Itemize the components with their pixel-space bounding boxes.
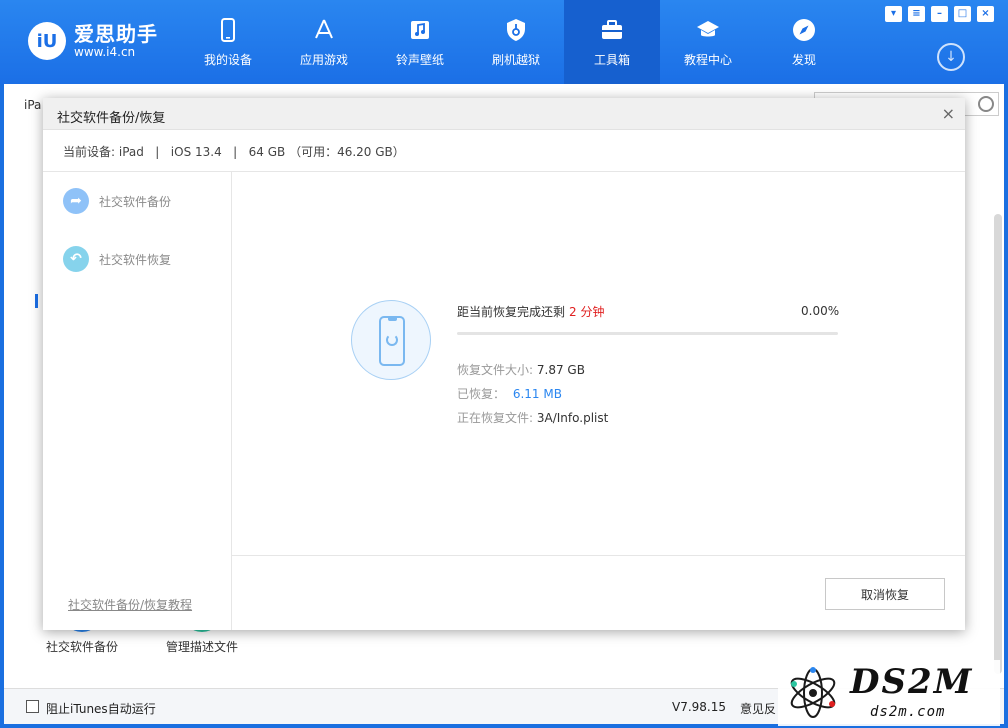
nav-label: 铃声壁纸 (395, 52, 444, 67)
device-tab[interactable]: iPa (24, 98, 41, 112)
nav-label: 工具箱 (593, 52, 630, 67)
restore-arrow-icon: ↶ (63, 246, 89, 272)
progress-bar (457, 332, 838, 335)
appstore-icon (311, 17, 337, 43)
tool-label: 社交软件备份 (45, 640, 118, 654)
tutorial-link[interactable]: 社交软件备份/恢复教程 (68, 596, 192, 613)
search-icon (978, 96, 994, 112)
current-file-value: 3A/Info.plist (536, 411, 609, 425)
minimize-icon[interactable]: – (931, 6, 948, 22)
download-icon[interactable]: ↓ (937, 43, 965, 71)
logo-badge: iU (28, 22, 66, 60)
current-file-row: 正在恢复文件: 3A/Info.plist (457, 409, 608, 426)
social-backup-restore-dialog: 社交软件备份/恢复 × 当前设备: iPad | iOS 13.4 | 64 G… (43, 98, 965, 630)
atom-icon (790, 667, 836, 718)
remaining-value: 2 分钟 (569, 305, 605, 319)
dialog-header: 社交软件备份/恢复 × (43, 98, 965, 130)
scrollbar[interactable] (994, 214, 1002, 674)
restored-label: 已恢复： (457, 387, 506, 401)
phone-icon (215, 17, 241, 43)
watermark-url: ds2m.com (870, 704, 946, 720)
maximize-icon[interactable]: □ (954, 6, 971, 22)
file-size-row: 恢复文件大小: 7.87 GB (457, 361, 585, 378)
menu-label: 社交软件恢复 (99, 252, 172, 267)
restored-row: 已恢复： 6.11 MB (457, 385, 562, 402)
top-header: iU 爱思助手 www.i4.cn 我的设备 应用游戏 铃声壁纸 刷机越狱 工具… (0, 0, 1008, 84)
dialog-sidebar: ➦ 社交软件备份 ↶ 社交软件恢复 社交软件备份/恢复教程 (43, 172, 232, 630)
nav-label: 发现 (791, 52, 816, 67)
shield-icon (503, 17, 529, 43)
size-label: 恢复文件大小: (457, 363, 534, 377)
app-name: 爱思助手 (74, 22, 158, 46)
cancel-restore-button[interactable]: 取消恢复 (825, 578, 945, 610)
progress-percent: 0.00% (801, 304, 840, 318)
nav-label: 教程中心 (683, 52, 732, 67)
nav-ringtones-wallpapers[interactable]: 铃声壁纸 (372, 0, 468, 84)
current-file-label: 正在恢复文件: (457, 411, 534, 425)
compass-icon (791, 17, 817, 43)
app-logo: iU 爱思助手 www.i4.cn (28, 22, 158, 60)
backup-arrow-icon: ➦ (63, 188, 89, 214)
remaining-time: 距当前恢复完成还剩 2 分钟 (457, 303, 604, 320)
nav-label: 我的设备 (203, 52, 252, 67)
nav-label: 应用游戏 (299, 52, 348, 67)
app-url: www.i4.cn (74, 45, 136, 59)
restore-progress-panel: 距当前恢复完成还剩 2 分钟 0.00% 恢复文件大小: 7.87 GB 已恢复：… (232, 172, 965, 556)
size-value: 7.87 GB (536, 363, 585, 377)
remaining-label: 距当前恢复完成还剩 (457, 305, 566, 319)
selection-marker (35, 294, 38, 308)
device-info-bar: 当前设备: iPad | iOS 13.4 | 64 GB （可用：46.20 … (43, 130, 965, 172)
itunes-label: 阻止iTunes自动运行 (46, 702, 156, 716)
close-icon[interactable]: × (942, 104, 955, 123)
feedback-link[interactable]: 意见反 (740, 700, 776, 717)
watermark: DS2M ds2m.com (778, 660, 1000, 726)
itunes-checkbox[interactable] (26, 700, 39, 713)
menu-social-restore[interactable]: ↶ 社交软件恢复 (63, 246, 171, 272)
dialog-title: 社交软件备份/恢复 (57, 111, 166, 126)
menu-label: 社交软件备份 (99, 194, 172, 209)
menu-icon[interactable]: ≡ (908, 6, 925, 22)
nav-my-device[interactable]: 我的设备 (180, 0, 276, 84)
menu-social-backup[interactable]: ➦ 社交软件备份 (63, 188, 171, 214)
nav-toolbox[interactable]: 工具箱 (564, 0, 660, 84)
device-info-text: 当前设备: iPad | iOS 13.4 | 64 GB （可用：46.20 … (63, 145, 405, 159)
refresh-icon (386, 334, 398, 346)
window-controls: ▾ ≡ – □ × (885, 6, 994, 22)
version-text: V7.98.15 (672, 700, 727, 714)
main-nav: 我的设备 应用游戏 铃声壁纸 刷机越狱 工具箱 教程中心 发现 (180, 0, 852, 84)
watermark-brand: DS2M (850, 662, 974, 702)
nav-discover[interactable]: 发现 (756, 0, 852, 84)
close-icon[interactable]: × (977, 6, 994, 22)
nav-label: 刷机越狱 (491, 52, 540, 67)
graduation-cap-icon (695, 17, 721, 43)
music-icon (407, 17, 433, 43)
nav-flash-jailbreak[interactable]: 刷机越狱 (468, 0, 564, 84)
toolbox-icon (599, 17, 625, 43)
restored-value: 6.11 MB (512, 387, 562, 401)
nav-tutorials[interactable]: 教程中心 (660, 0, 756, 84)
phone-restore-icon (351, 300, 431, 380)
tool-label: 管理描述文件 (165, 640, 238, 654)
nav-apps-games[interactable]: 应用游戏 (276, 0, 372, 84)
skin-icon[interactable]: ▾ (885, 6, 902, 22)
